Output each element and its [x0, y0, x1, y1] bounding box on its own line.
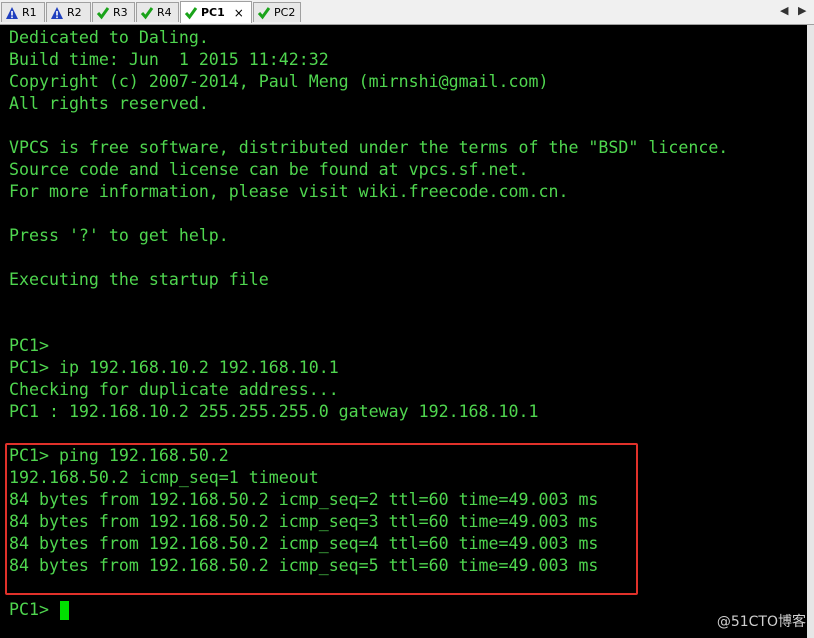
scroll-left-icon[interactable]: ◀ [780, 4, 788, 17]
terminal-line: PC1> ip 192.168.10.2 192.168.10.1 [9, 358, 339, 377]
tab-label: PC1 [201, 6, 225, 19]
tab-label: R1 [22, 6, 37, 19]
terminal-prompt: PC1> [9, 600, 49, 619]
check-icon [184, 6, 198, 19]
tab-r1[interactable]: R1 [1, 2, 45, 22]
terminal-line: Copyright (c) 2007-2014, Paul Meng (mirn… [9, 72, 549, 91]
warning-icon [6, 6, 18, 19]
tab-r4[interactable]: R4 [136, 2, 179, 22]
terminal-line: Build time: Jun 1 2015 11:42:32 [9, 50, 329, 69]
terminal-line: All rights reserved. [9, 94, 209, 113]
terminal-line: Executing the startup file [9, 270, 269, 289]
close-icon[interactable]: × [234, 6, 244, 20]
tab-r3[interactable]: R3 [92, 2, 135, 22]
tab-label: R4 [157, 6, 172, 19]
terminal-line: PC1 : 192.168.10.2 255.255.255.0 gateway… [9, 402, 539, 421]
terminal-line: Checking for duplicate address... [9, 380, 339, 399]
scroll-right-icon[interactable]: ▶ [798, 4, 806, 17]
terminal-cursor [60, 601, 69, 620]
scrollbar[interactable] [807, 25, 814, 638]
terminal-line: PC1> [9, 336, 49, 355]
watermark: @51CTO博客 [716, 614, 806, 630]
terminal-line: Press '?' to get help. [9, 226, 229, 245]
tab-pc1[interactable]: PC1 × [180, 1, 252, 23]
tab-bar: R1 R2 R3 R4 PC1 × PC2 ◀ ▶ [0, 0, 814, 25]
terminal-line: Dedicated to Daling. [9, 28, 209, 47]
check-icon [140, 6, 154, 19]
terminal-line: VPCS is free software, distributed under… [9, 138, 729, 157]
terminal-line: Source code and license can be found at … [9, 160, 529, 179]
tab-label: R2 [67, 6, 82, 19]
check-icon [96, 6, 110, 19]
ping-output-highlight [5, 443, 638, 595]
tab-pc2[interactable]: PC2 [253, 2, 301, 22]
tab-label: R3 [113, 6, 128, 19]
check-icon [257, 6, 271, 19]
tab-r2[interactable]: R2 [46, 2, 91, 22]
tab-label: PC2 [274, 6, 296, 19]
warning-icon [51, 6, 63, 19]
terminal-line: For more information, please visit wiki.… [9, 182, 569, 201]
